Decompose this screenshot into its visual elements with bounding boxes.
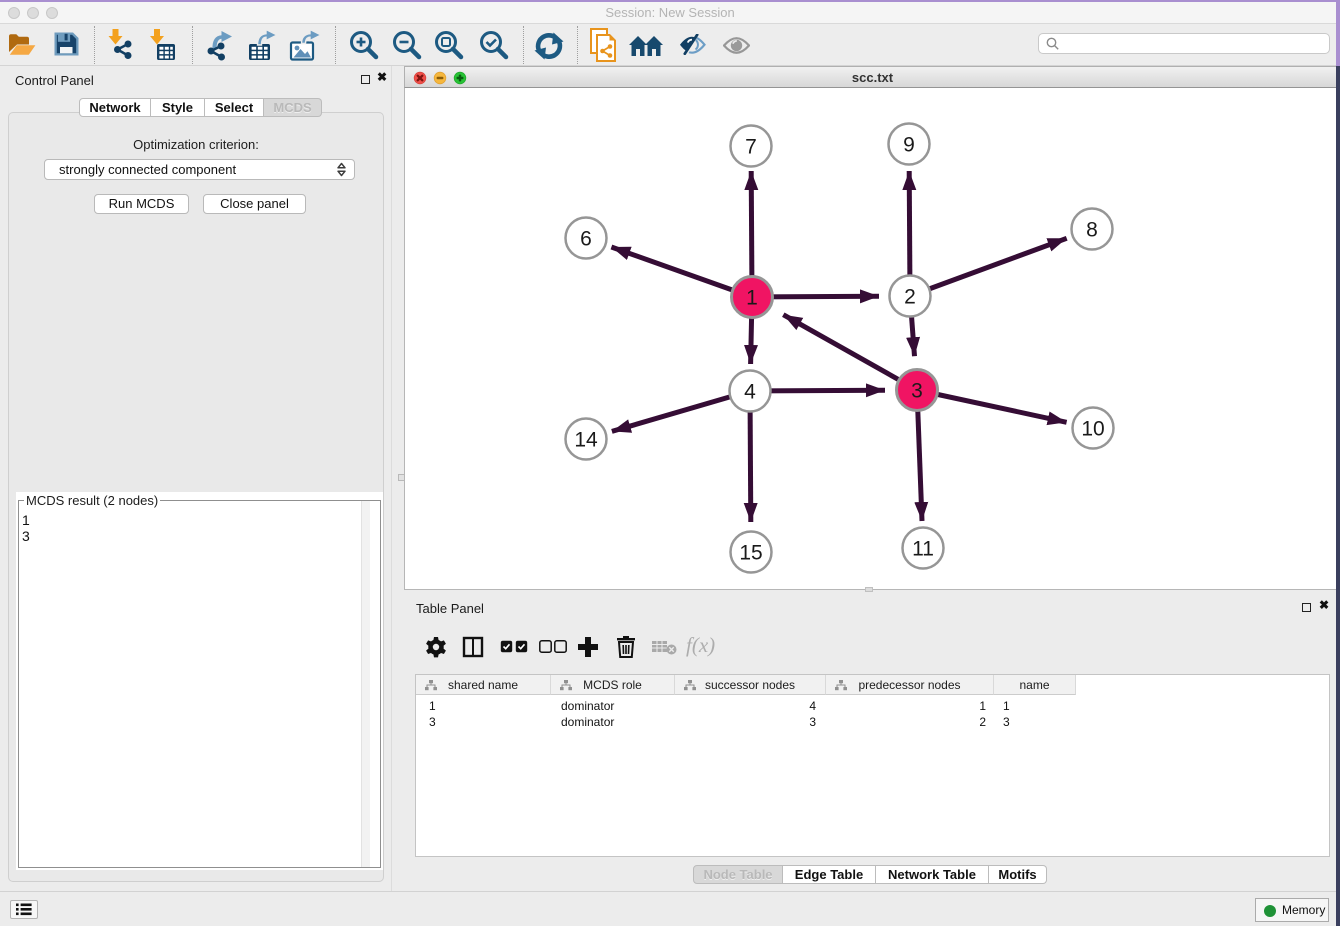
svg-text:7: 7 — [745, 136, 757, 159]
svg-text:8: 8 — [1086, 219, 1098, 242]
svg-text:11: 11 — [912, 538, 934, 561]
svg-text:14: 14 — [574, 429, 598, 452]
svg-text:4: 4 — [744, 381, 756, 404]
svg-text:10: 10 — [1081, 418, 1104, 441]
svg-text:1: 1 — [746, 287, 758, 310]
svg-text:15: 15 — [739, 542, 762, 565]
svg-text:3: 3 — [911, 380, 923, 403]
svg-text:9: 9 — [903, 134, 915, 157]
svg-text:2: 2 — [904, 286, 916, 309]
svg-text:6: 6 — [580, 228, 592, 251]
